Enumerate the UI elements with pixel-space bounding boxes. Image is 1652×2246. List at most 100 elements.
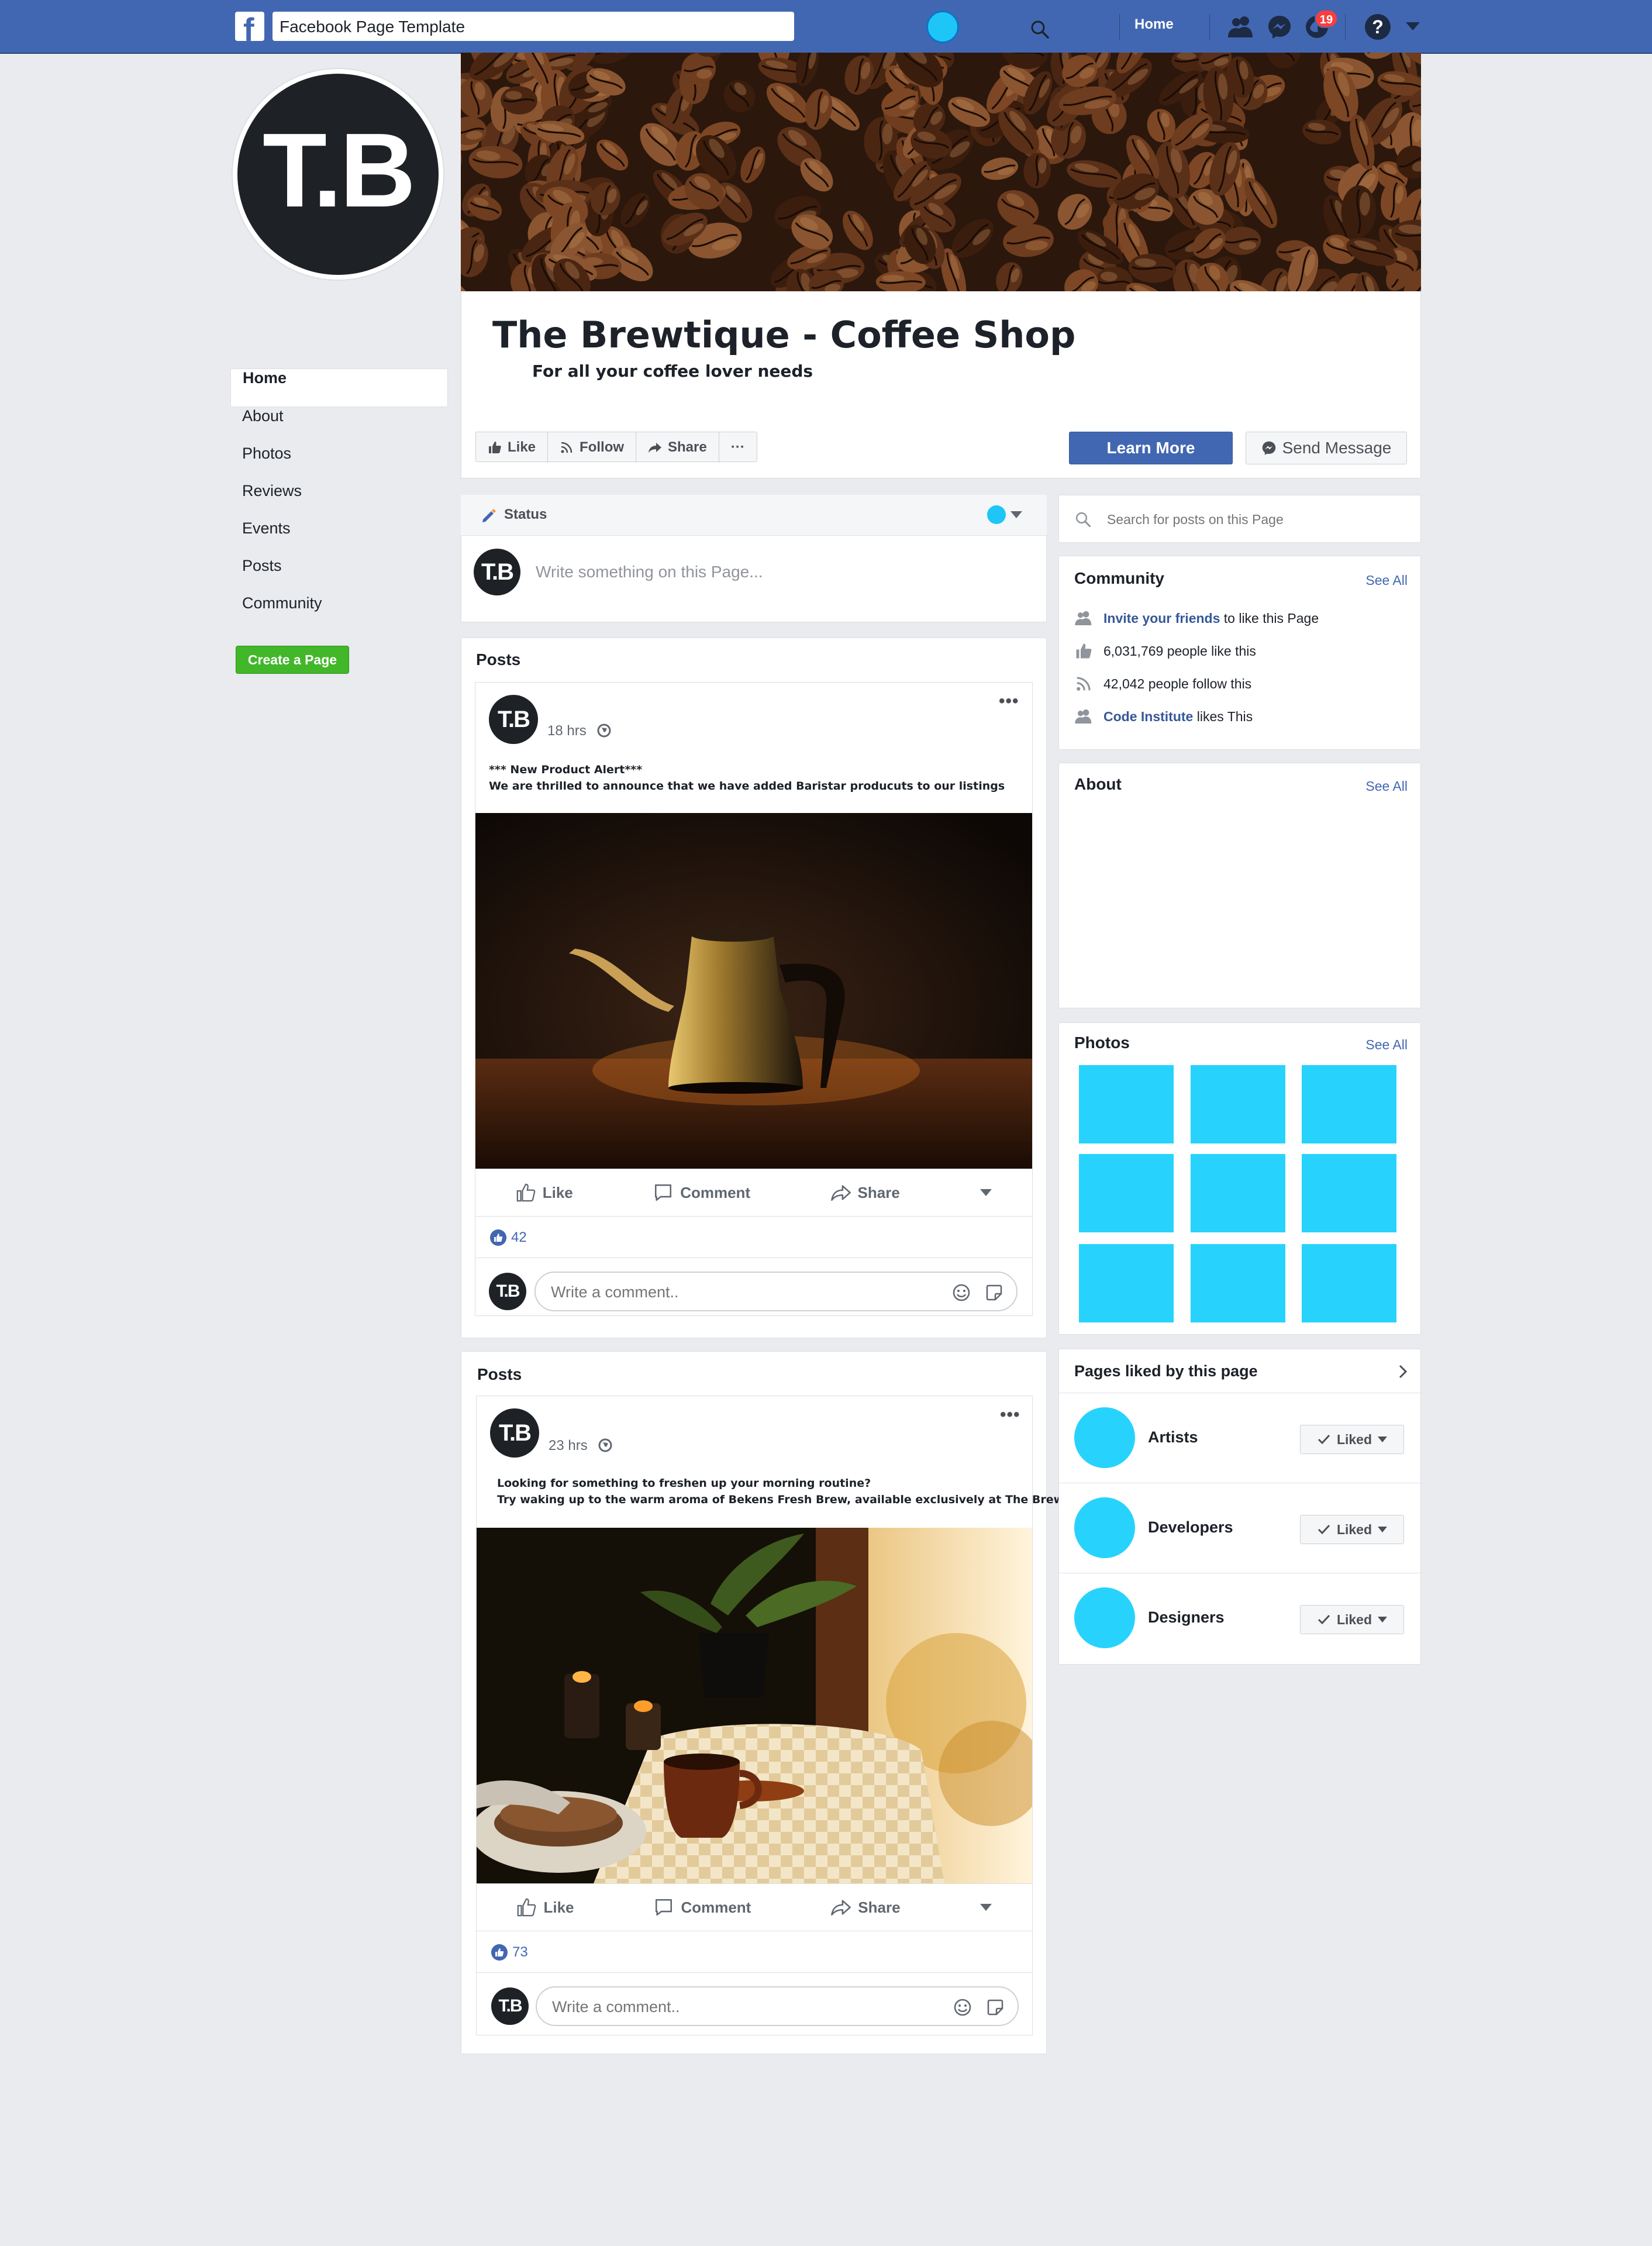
photo-thumbnail[interactable]: [1079, 1154, 1174, 1232]
post-timestamp[interactable]: 18 hrs: [547, 723, 587, 739]
nav-item-events[interactable]: Events: [230, 519, 448, 557]
globe-icon: [598, 1438, 612, 1452]
post-image-kettle[interactable]: [475, 813, 1032, 1169]
help-icon[interactable]: ?: [1365, 14, 1391, 40]
post-like-button[interactable]: Like: [516, 1897, 574, 1917]
photo-thumbnail[interactable]: [1302, 1244, 1396, 1322]
sticker-icon[interactable]: [985, 1283, 1003, 1302]
liked-page-avatar[interactable]: [1074, 1407, 1135, 1468]
liked-page-name[interactable]: Developers: [1148, 1518, 1233, 1537]
share-page-button[interactable]: Share: [636, 432, 719, 463]
send-message-button[interactable]: Send Message: [1246, 432, 1407, 464]
audience-selector-icon[interactable]: [987, 505, 1006, 524]
post-options-icon[interactable]: •••: [999, 691, 1019, 711]
community-see-all-link[interactable]: See All: [1365, 573, 1408, 588]
comment-icon: [655, 1184, 672, 1201]
like-count-value: 42: [511, 1229, 527, 1245]
emoji-icon[interactable]: [953, 1998, 972, 2017]
emoji-icon[interactable]: [952, 1283, 971, 1302]
photo-thumbnail[interactable]: [1302, 1065, 1396, 1143]
sticker-icon[interactable]: [986, 1998, 1005, 2017]
liked-page-row: Artists Liked: [1059, 1393, 1422, 1483]
liked-button[interactable]: Liked: [1300, 1425, 1404, 1454]
nav-item-about[interactable]: About: [230, 407, 448, 445]
global-search-box[interactable]: [273, 12, 1049, 42]
post-audience-caret-icon[interactable]: [980, 1189, 992, 1196]
friends-icon: [1075, 611, 1092, 625]
comment-box[interactable]: [536, 1986, 1019, 2026]
page-posts-search-input[interactable]: [1106, 508, 1401, 531]
messenger-icon[interactable]: [1267, 14, 1292, 40]
create-page-button[interactable]: Create a Page: [236, 646, 349, 674]
photo-thumbnail[interactable]: [1302, 1154, 1396, 1232]
nav-item-posts[interactable]: Posts: [230, 557, 448, 594]
coffee-beans-image: [461, 53, 1421, 291]
like-page-label: Like: [508, 439, 536, 455]
learn-more-button[interactable]: Learn More: [1069, 432, 1233, 464]
post-image-breakfast[interactable]: [477, 1528, 1032, 1883]
send-message-label: Send Message: [1282, 439, 1392, 457]
friend-page-link[interactable]: Code Institute: [1103, 709, 1193, 724]
nav-item-reviews[interactable]: Reviews: [230, 482, 448, 519]
post-author-avatar[interactable]: T.B: [489, 695, 538, 744]
liked-page-avatar[interactable]: [1074, 1497, 1135, 1558]
follow-page-button[interactable]: Follow: [548, 432, 637, 463]
liked-page-avatar[interactable]: [1074, 1587, 1135, 1648]
nav-home-link[interactable]: Home: [1134, 16, 1174, 33]
post-like-label: Like: [543, 1898, 574, 1916]
post-share-button[interactable]: Share: [831, 1897, 901, 1917]
global-search-input[interactable]: [278, 12, 749, 42]
comment-input[interactable]: [550, 1280, 926, 1304]
comment-input[interactable]: [551, 1994, 927, 2019]
liked-page-name[interactable]: Designers: [1148, 1608, 1225, 1627]
post-comment-label: Comment: [681, 1898, 751, 1916]
photo-thumbnail[interactable]: [1191, 1244, 1285, 1322]
post-options-icon[interactable]: •••: [1000, 1405, 1020, 1425]
search-icon[interactable]: [1029, 19, 1050, 40]
profile-picture[interactable]: T.B: [233, 69, 443, 280]
invite-text: to like this Page: [1220, 610, 1319, 626]
liked-button[interactable]: Liked: [1300, 1515, 1404, 1544]
photos-see-all-link[interactable]: See All: [1365, 1037, 1408, 1053]
status-input[interactable]: Write something on this Page...: [536, 563, 763, 581]
photo-thumbnail[interactable]: [1191, 1065, 1285, 1143]
post-share-button[interactable]: Share: [830, 1183, 900, 1203]
post-share-label: Share: [858, 1898, 901, 1916]
post-like-button[interactable]: Like: [516, 1183, 573, 1203]
chevron-right-icon[interactable]: [1397, 1363, 1409, 1380]
about-see-all-link[interactable]: See All: [1365, 778, 1408, 794]
liked-page-name[interactable]: Artists: [1148, 1428, 1198, 1446]
page-posts-search[interactable]: [1058, 495, 1421, 543]
checkmark-icon: [1318, 1614, 1330, 1625]
nav-item-photos[interactable]: Photos: [230, 445, 448, 482]
comment-box[interactable]: [534, 1272, 1018, 1311]
photo-thumbnail[interactable]: [1079, 1244, 1174, 1322]
more-options-button[interactable]: ···: [719, 432, 757, 463]
page-subtitle: For all your coffee lover needs: [532, 361, 813, 381]
post-audience-caret-icon[interactable]: [980, 1904, 992, 1911]
photo-thumbnail[interactable]: [1191, 1154, 1285, 1232]
status-tab[interactable]: Status: [504, 507, 547, 523]
invite-friends-link[interactable]: Invite your friends: [1103, 611, 1220, 626]
cover-photo[interactable]: [461, 53, 1421, 291]
nav-item-home[interactable]: Home: [230, 368, 448, 407]
post-author-avatar[interactable]: T.B: [490, 1408, 539, 1458]
liked-button[interactable]: Liked: [1300, 1605, 1404, 1634]
post-comment-button[interactable]: Comment: [654, 1897, 751, 1917]
post-timestamp[interactable]: 23 hrs: [549, 1438, 588, 1454]
photo-thumbnail[interactable]: [1079, 1065, 1174, 1143]
post-comment-button[interactable]: Comment: [653, 1183, 750, 1203]
post-like-count[interactable]: 42: [490, 1229, 527, 1246]
post-like-count[interactable]: 73: [491, 1944, 528, 1961]
thumbs-up-icon: [1076, 643, 1092, 659]
left-page-nav: Home About Photos Reviews Events Posts C…: [230, 368, 448, 632]
thumbs-up-icon: [489, 442, 501, 453]
notification-count-badge[interactable]: 19: [1315, 9, 1338, 28]
nav-item-community[interactable]: Community: [230, 594, 448, 632]
friends-icon[interactable]: [1227, 14, 1255, 40]
globe-status-icon[interactable]: [926, 11, 959, 43]
caret-down-icon[interactable]: [1010, 511, 1022, 518]
like-page-button[interactable]: Like: [476, 432, 549, 463]
facebook-logo-icon[interactable]: f: [235, 11, 264, 48]
caret-down-icon[interactable]: [1406, 22, 1420, 30]
